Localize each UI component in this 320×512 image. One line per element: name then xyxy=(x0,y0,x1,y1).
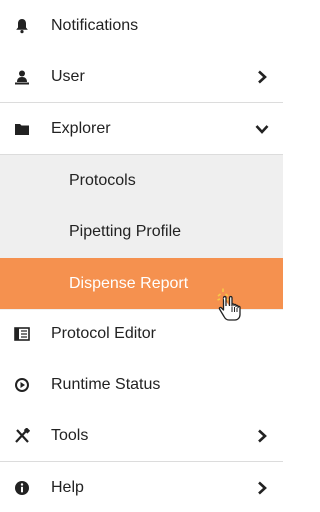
menu-item-user[interactable]: User xyxy=(0,51,283,102)
status-icon xyxy=(14,377,30,393)
user-icon xyxy=(14,69,30,85)
chevron-right-icon xyxy=(255,429,269,443)
tools-icon xyxy=(14,427,30,444)
hand-pointer-cursor-icon xyxy=(217,288,247,324)
menu-item-explorer[interactable]: Explorer xyxy=(0,103,283,154)
editor-icon xyxy=(14,326,30,342)
menu-item-label: Help xyxy=(51,478,84,496)
submenu-item-label: Pipetting Profile xyxy=(69,222,182,240)
submenu-item-label: Dispense Report xyxy=(69,274,189,292)
explorer-submenu: Protocols Pipetting Profile Dispense Rep… xyxy=(0,155,283,310)
menu-item-label: Notifications xyxy=(51,16,139,34)
folder-icon xyxy=(14,121,30,137)
menu-item-tools[interactable]: Tools xyxy=(0,410,283,461)
menu-item-label: Tools xyxy=(51,426,89,444)
menu-item-label: Runtime Status xyxy=(51,375,161,393)
chevron-right-icon xyxy=(255,70,269,84)
menu-item-runtime-status[interactable]: Runtime Status xyxy=(0,359,283,410)
submenu-item-pipetting-profile[interactable]: Pipetting Profile xyxy=(0,206,283,257)
menu-item-label: User xyxy=(51,67,85,85)
submenu-item-protocols[interactable]: Protocols xyxy=(0,155,283,206)
bell-icon xyxy=(14,18,30,34)
submenu-item-label: Protocols xyxy=(69,171,136,189)
chevron-right-icon xyxy=(255,481,269,495)
menu-item-notifications[interactable]: Notifications xyxy=(0,0,283,51)
menu-item-label: Explorer xyxy=(51,119,111,137)
info-icon xyxy=(14,480,30,496)
chevron-down-icon xyxy=(255,122,269,136)
menu-item-label: Protocol Editor xyxy=(51,324,156,342)
side-menu: Notifications User Explorer Protocols Pi… xyxy=(0,0,283,512)
menu-item-help[interactable]: Help xyxy=(0,462,283,512)
